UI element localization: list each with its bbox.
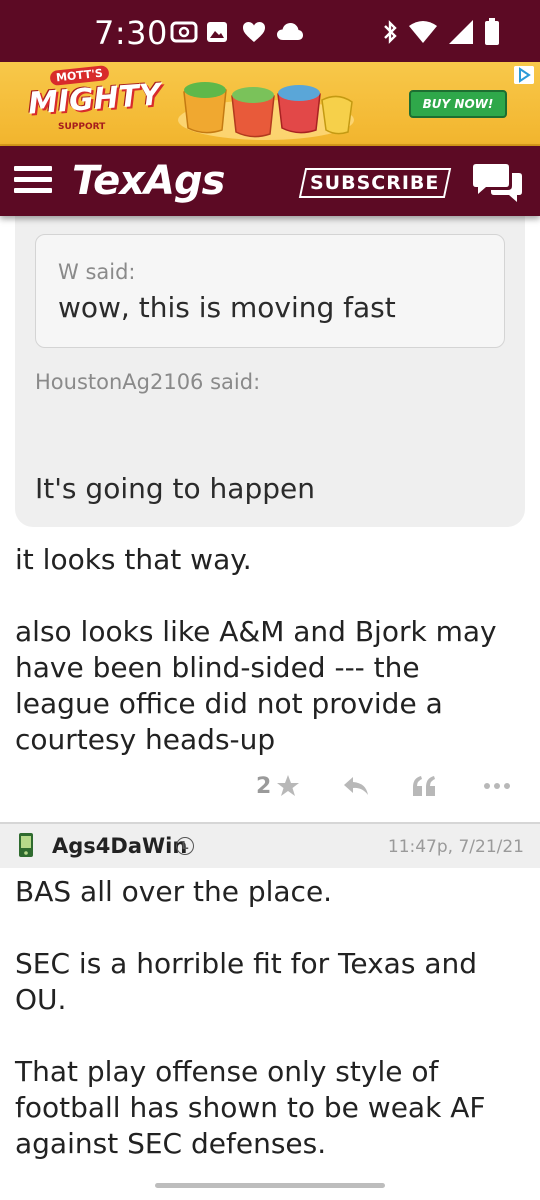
hamburger-menu-icon[interactable]: [14, 166, 52, 196]
wifi-icon: [409, 21, 437, 43]
ad-brand-logo: MIGHTY: [26, 77, 162, 122]
quote-text: It's going to happen: [35, 472, 315, 505]
site-logo[interactable]: TexAgs: [72, 158, 225, 204]
subscribe-button[interactable]: SUBSCRIBE: [298, 168, 452, 198]
battery-icon: [485, 18, 499, 45]
post-body: BAS all over the place. SEC is a horribl…: [15, 874, 525, 1198]
more-options-icon[interactable]: [482, 774, 512, 798]
quote-author: HoustonAg2106 said:: [35, 370, 261, 394]
chat-icon[interactable]: [472, 160, 524, 204]
status-bar: 7:30: [0, 0, 540, 62]
bluetooth-icon: [384, 20, 397, 44]
user-badge: L: [176, 837, 194, 855]
image-icon: [207, 22, 227, 42]
signal-icon: [449, 20, 473, 44]
post-paragraph: SEC is a horrible fit for Texas and OU.: [15, 947, 477, 1016]
ad-brand-sub: SUPPORT: [58, 122, 106, 132]
nested-quote-text: wow, this is moving fast: [58, 291, 396, 324]
status-time: 7:30: [94, 14, 168, 52]
reply-icon[interactable]: [342, 774, 370, 798]
ad-banner[interactable]: MOTT'S MIGHTY SUPPORT BUY NOW!: [0, 62, 540, 146]
site-header: TexAgs SUBSCRIBE: [0, 146, 540, 216]
ad-product-image: [178, 82, 354, 140]
thread-content[interactable]: W said: wow, this is moving fast Houston…: [0, 216, 540, 1200]
ad-choices-icon[interactable]: [514, 66, 534, 84]
star-icon[interactable]: [276, 774, 300, 798]
reply-body: it looks that way. also looks like A&M a…: [15, 542, 515, 794]
subscribe-label: SUBSCRIBE: [310, 172, 440, 194]
post-timestamp: 11:47p, 7/21/21: [387, 837, 524, 857]
nested-quote-author: W said:: [58, 260, 136, 284]
mobile-phone-icon: [19, 833, 33, 857]
nested-quote-block: W said: wow, this is moving fast: [35, 234, 505, 348]
ad-buy-now-button[interactable]: BUY NOW!: [409, 90, 507, 118]
cloud-icon: [277, 23, 303, 40]
reply-paragraph: it looks that way.: [15, 543, 252, 576]
quote-icon[interactable]: [410, 774, 438, 798]
gesture-nav-handle[interactable]: [155, 1183, 385, 1188]
heart-icon: [243, 22, 265, 42]
post-username[interactable]: Ags4DaWin: [52, 834, 187, 858]
like-count: 2: [256, 774, 272, 799]
post-paragraph: BAS all over the place.: [15, 875, 333, 908]
quote-block: W said: wow, this is moving fast Houston…: [15, 216, 525, 527]
post-actions: 2: [0, 768, 540, 808]
cast-icon: [170, 21, 198, 43]
reply-paragraph: also looks like A&M and Bjork may have b…: [15, 615, 497, 756]
post-header: Ags4DaWin L 11:47p, 7/21/21: [0, 824, 540, 868]
post-paragraph: That play offense only style of football…: [15, 1055, 486, 1160]
